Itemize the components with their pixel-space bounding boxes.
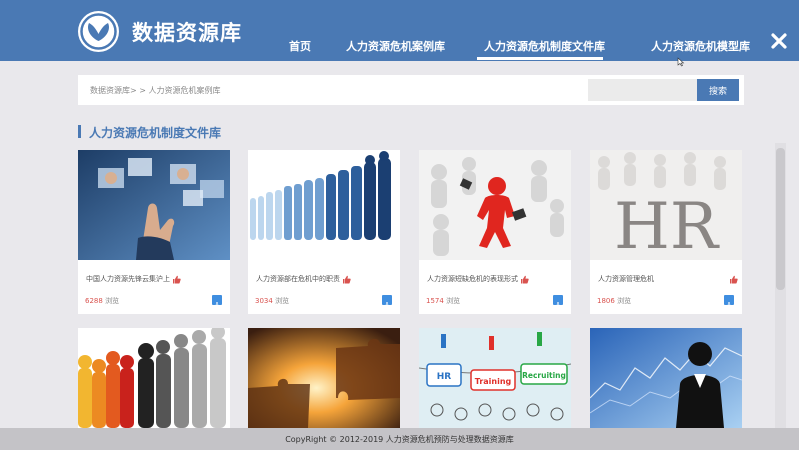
card-thumbnail xyxy=(419,150,571,260)
nav-model-library[interactable]: 人力资源危机模型库 xyxy=(651,38,750,54)
card-item[interactable]: 人力资源短缺危机的表现形式 1574 浏览 xyxy=(419,150,571,314)
scrollbar-thumb[interactable] xyxy=(776,148,785,290)
recruiting-tag-text: Recruiting xyxy=(522,371,566,380)
view-count: 1806 xyxy=(597,297,615,305)
card-item[interactable] xyxy=(78,328,230,428)
search-bar: 数据资源库> > 人力资源危机案例库 搜索 xyxy=(78,75,744,105)
nav-active-indicator xyxy=(477,57,603,60)
hr-image-text: HR xyxy=(614,190,720,260)
view-unit: 浏览 xyxy=(275,297,290,305)
top-header: 数据资源库 首页 人力资源危机案例库 人力资源危机制度文件库 人力资源危机模型库 xyxy=(0,0,799,67)
card-item[interactable]: HR 人力资源管理危机 1806 浏览 xyxy=(590,150,742,314)
open-icon[interactable] xyxy=(382,295,392,308)
card-thumbnail xyxy=(590,328,742,428)
card-item[interactable]: 中国人力资源先锋云集沪上 6288 浏览 xyxy=(78,150,230,314)
mouse-cursor-icon xyxy=(677,52,685,71)
section-title-bar xyxy=(78,125,81,138)
view-count: 1574 xyxy=(426,297,444,305)
footer-copyright: CopyRight © 2012-2019 人力资源危机预防与处理数据资源库 xyxy=(285,435,514,444)
card-item[interactable]: 人力资源部在危机中的职责 3034 浏览 xyxy=(248,150,400,314)
view-count: 3034 xyxy=(255,297,273,305)
card-thumbnail xyxy=(248,150,400,260)
training-tag-text: Training xyxy=(475,377,512,386)
card-title: 人力资源管理危机 xyxy=(598,275,654,283)
logo-icon xyxy=(78,11,119,52)
footer: CopyRight © 2012-2019 人力资源危机预防与处理数据资源库 xyxy=(0,428,799,450)
card-title: 人力资源部在危机中的职责 xyxy=(256,275,340,283)
card-thumbnail xyxy=(248,328,400,428)
view-unit: 浏览 xyxy=(446,297,461,305)
open-icon[interactable] xyxy=(553,295,563,308)
card-item[interactable] xyxy=(248,328,400,428)
thumbs-up-icon[interactable] xyxy=(520,275,529,284)
section-title: 人力资源危机制度文件库 xyxy=(89,126,222,140)
nav-case-library[interactable]: 人力资源危机案例库 xyxy=(346,38,445,54)
thumbs-up-icon[interactable] xyxy=(342,275,351,284)
card-thumbnail xyxy=(78,328,230,428)
thumbs-up-icon[interactable] xyxy=(172,275,181,284)
search-button[interactable]: 搜索 xyxy=(697,79,739,101)
card-title: 人力资源短缺危机的表现形式 xyxy=(427,275,518,283)
card-thumbnail: HR xyxy=(590,150,742,260)
nav-home[interactable]: 首页 xyxy=(289,38,311,54)
open-icon[interactable] xyxy=(212,295,222,308)
card-thumbnail: HR Training Recruiting xyxy=(419,328,571,428)
card-item[interactable] xyxy=(590,328,742,428)
thumbs-up-icon[interactable] xyxy=(729,275,738,284)
card-title: 中国人力资源先锋云集沪上 xyxy=(86,275,170,283)
card-item[interactable]: HR Training Recruiting xyxy=(419,328,571,428)
brand-title: 数据资源库 xyxy=(132,21,242,45)
hr-tag-text: HR xyxy=(437,372,452,382)
view-unit: 浏览 xyxy=(105,297,120,305)
card-thumbnail xyxy=(78,150,230,260)
nav-policy-library[interactable]: 人力资源危机制度文件库 xyxy=(484,38,605,54)
open-icon[interactable] xyxy=(724,295,734,308)
view-count: 6288 xyxy=(85,297,103,305)
close-icon[interactable] xyxy=(770,32,788,50)
view-unit: 浏览 xyxy=(617,297,632,305)
breadcrumb: 数据资源库> > 人力资源危机案例库 xyxy=(90,86,221,95)
search-input[interactable] xyxy=(588,79,698,101)
